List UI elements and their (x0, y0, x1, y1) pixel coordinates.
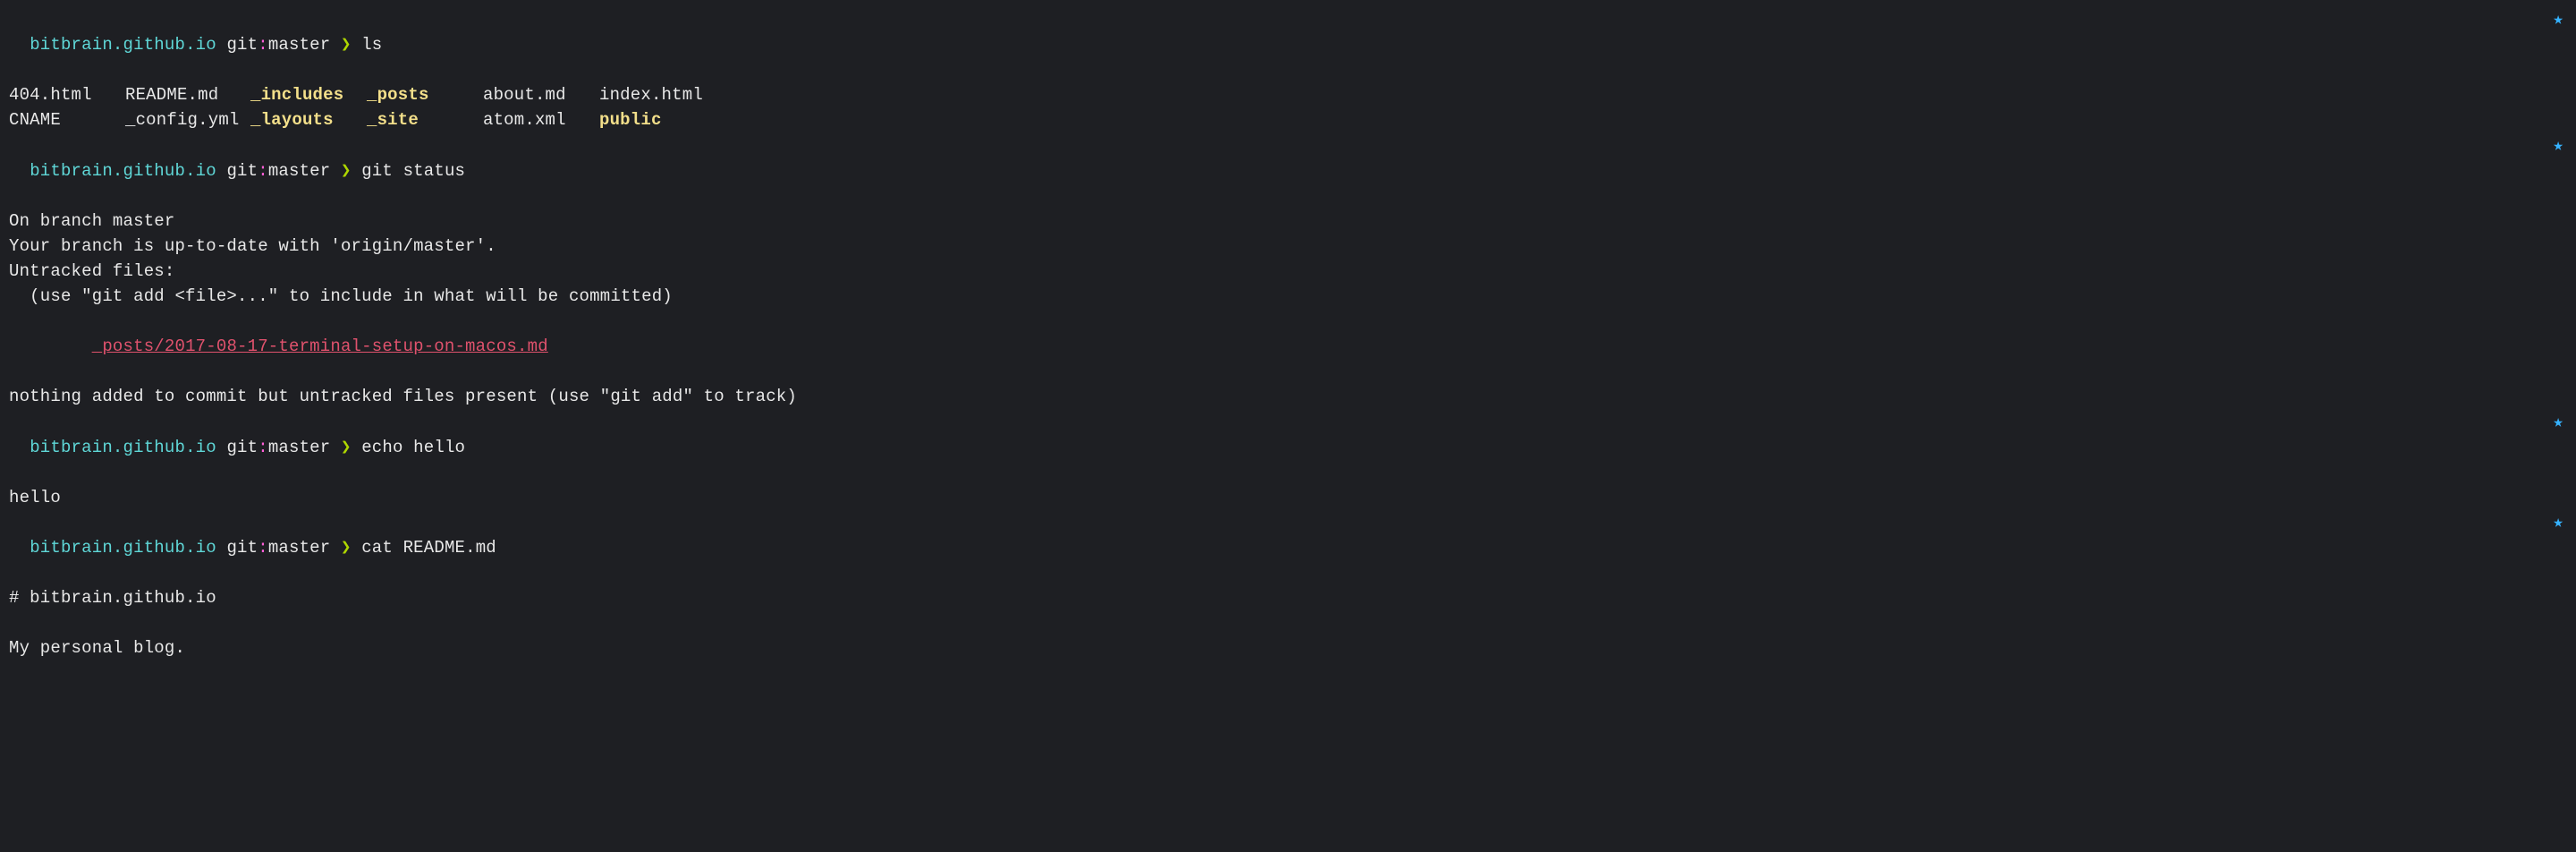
ls-item-dir: _layouts (250, 107, 367, 132)
prompt-line-2[interactable]: bitbrain.github.io git:master ❯ git stat… (9, 133, 2567, 209)
git-colon: : (258, 438, 268, 457)
blank-line (9, 359, 2567, 384)
git-label: git (226, 161, 258, 181)
ls-output-row-2: CNAME _config.yml _layouts _site atom.xm… (9, 107, 2567, 132)
ls-item-dir: public (599, 107, 716, 132)
prompt-directory: bitbrain.github.io (30, 538, 216, 558)
git-branch: master (268, 438, 331, 457)
git-label: git (226, 538, 258, 558)
prompt-arrow: ❯ (341, 35, 352, 55)
git-colon: : (258, 161, 268, 181)
star-icon: ★ (2553, 133, 2563, 158)
ls-item-dir: _posts (367, 82, 483, 107)
star-icon: ★ (2553, 7, 2563, 32)
prompt-arrow: ❯ (341, 538, 352, 558)
readme-line: My personal blog. (9, 635, 2567, 660)
ls-item: 404.html (9, 82, 125, 107)
git-status-line: On branch master (9, 209, 2567, 234)
git-label: git (226, 35, 258, 55)
ls-item: README.md (125, 82, 250, 107)
echo-output: hello (9, 485, 2567, 510)
untracked-file: _posts/2017-08-17-terminal-setup-on-maco… (92, 337, 548, 356)
blank-line (9, 309, 2567, 334)
ls-item-dir: _site (367, 107, 483, 132)
prompt-line-4[interactable]: bitbrain.github.io git:master ❯ cat READ… (9, 510, 2567, 585)
ls-item: index.html (599, 82, 716, 107)
ls-output-row-1: 404.html README.md _includes _posts abou… (9, 82, 2567, 107)
star-icon: ★ (2553, 410, 2563, 435)
command-echo: echo hello (361, 438, 465, 457)
ls-item-dir: _includes (250, 82, 367, 107)
ls-item: _config.yml (125, 107, 250, 132)
git-branch: master (268, 35, 331, 55)
prompt-line-3[interactable]: bitbrain.github.io git:master ❯ echo hel… (9, 410, 2567, 485)
git-branch: master (268, 161, 331, 181)
git-label: git (226, 438, 258, 457)
git-branch: master (268, 538, 331, 558)
git-status-line: nothing added to commit but untracked fi… (9, 384, 2567, 409)
ls-item: atom.xml (483, 107, 599, 132)
star-icon: ★ (2553, 510, 2563, 535)
prompt-directory: bitbrain.github.io (30, 35, 216, 55)
prompt-directory: bitbrain.github.io (30, 161, 216, 181)
git-status-line: Your branch is up-to-date with 'origin/m… (9, 234, 2567, 259)
ls-item: about.md (483, 82, 599, 107)
prompt-directory: bitbrain.github.io (30, 438, 216, 457)
git-status-line: (use "git add <file>..." to include in w… (9, 284, 2567, 309)
command-git-status: git status (361, 161, 465, 181)
git-untracked-file-line: _posts/2017-08-17-terminal-setup-on-maco… (9, 334, 2567, 359)
command-ls: ls (361, 35, 382, 55)
git-colon: : (258, 35, 268, 55)
untracked-indent (9, 337, 92, 356)
command-cat: cat README.md (361, 538, 496, 558)
git-status-line: Untracked files: (9, 259, 2567, 284)
prompt-arrow: ❯ (341, 438, 352, 457)
prompt-line-1[interactable]: bitbrain.github.io git:master ❯ ls ★ (9, 7, 2567, 82)
readme-line: # bitbrain.github.io (9, 585, 2567, 610)
git-colon: : (258, 538, 268, 558)
prompt-arrow: ❯ (341, 161, 352, 181)
blank-line (9, 610, 2567, 635)
ls-item: CNAME (9, 107, 125, 132)
